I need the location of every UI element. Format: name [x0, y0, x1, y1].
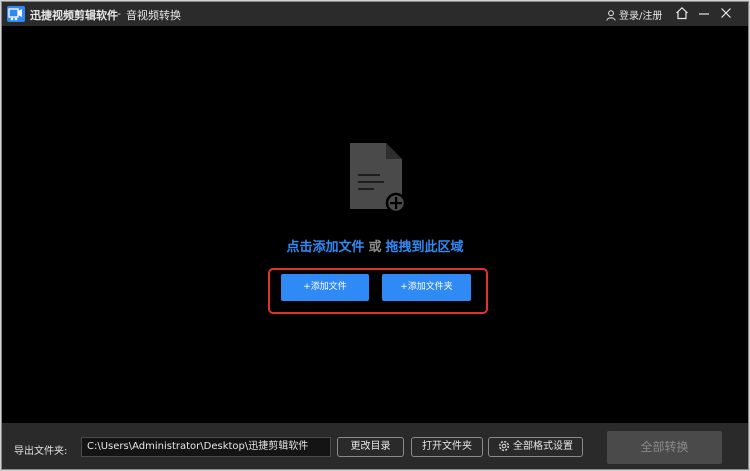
format-settings-button[interactable]: 全部格式设置: [488, 437, 583, 457]
logo-icon: [7, 6, 25, 22]
close-button[interactable]: [719, 6, 733, 20]
drag-here-text: 拖拽到此区域: [385, 240, 464, 255]
home-button[interactable]: [675, 6, 689, 20]
close-icon: [721, 8, 731, 18]
click-add-link[interactable]: 点击添加文件: [286, 240, 364, 255]
title-separator: -: [117, 7, 121, 20]
format-settings-label: 全部格式设置: [513, 441, 573, 452]
module-title: 音视频转换: [126, 9, 181, 22]
drop-hint: 点击添加文件或拖拽到此区域: [2, 236, 748, 255]
output-folder-label: 导出文件夹:: [14, 446, 68, 457]
login-register-label: 登录/注册: [619, 11, 663, 22]
add-file-button[interactable]: +添加文件: [281, 274, 369, 301]
output-path-field[interactable]: C:\Users\Administrator\Desktop\迅捷剪辑软件: [81, 437, 331, 457]
hint-or: 或: [368, 240, 382, 255]
minimize-icon: [699, 13, 709, 15]
bottom-bar: 导出文件夹: C:\Users\Administrator\Desktop\迅捷…: [2, 423, 748, 469]
user-icon: [606, 10, 616, 21]
document-add-icon[interactable]: [348, 141, 408, 214]
open-folder-button[interactable]: 打开文件夹: [411, 437, 483, 457]
convert-all-button[interactable]: 全部转换: [607, 431, 722, 464]
login-register-link[interactable]: 登录/注册: [606, 7, 662, 22]
app-title: 迅捷视频剪辑软件: [30, 9, 118, 22]
title-bar: 迅捷视频剪辑软件 - 音视频转换 登录/注册: [2, 2, 748, 26]
change-directory-button[interactable]: 更改目录: [337, 437, 404, 457]
add-folder-button[interactable]: +添加文件夹: [382, 274, 471, 301]
minimize-button[interactable]: [697, 6, 711, 20]
app-window: 迅捷视频剪辑软件 - 音视频转换 登录/注册 点击添加文件 或 拖拽到此区域 +…: [1, 1, 749, 470]
gear-icon: [498, 440, 510, 452]
home-icon: [676, 6, 688, 20]
